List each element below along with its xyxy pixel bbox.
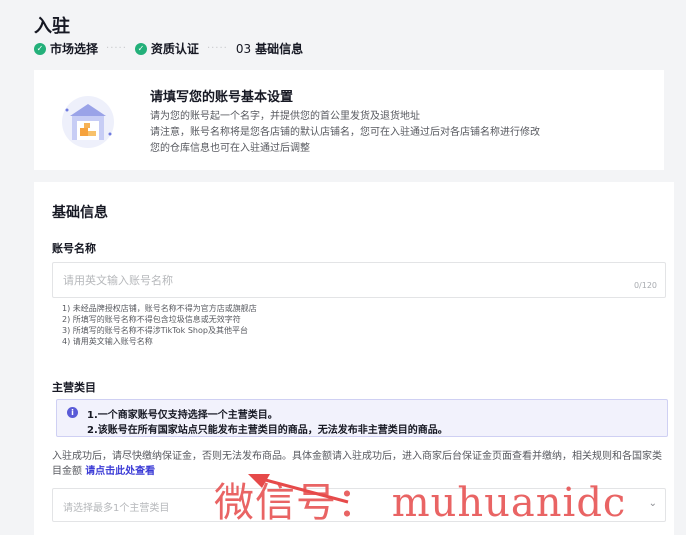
rule-item: 4) 请用英文输入账号名称 — [62, 337, 153, 346]
step-label: 资质认证 — [150, 42, 199, 56]
account-name-label: 账号名称 — [52, 242, 96, 255]
char-counter: 0/120 — [633, 281, 657, 290]
step-divider: ····· — [106, 43, 127, 54]
intro-line: 您的仓库信息也可在入驻通过后调整 — [150, 143, 310, 154]
info-icon: i — [67, 407, 78, 418]
intro-card: 请填写您的账号基本设置 请为您的账号起一个名字，并提供您的首公里发货及退货地址 … — [34, 70, 664, 170]
rule-item: 3) 所填写的账号名称不得涉TikTok Shop及其他平台 — [62, 326, 248, 335]
warehouse-illustration-icon — [62, 96, 114, 148]
check-circle-icon: ✓ — [34, 42, 46, 55]
step-basic-info: 03 基础信息 — [236, 40, 303, 57]
progress-steps: ✓ 市场选择 ····· ✓ 资质认证 ····· 03 基础信息 — [34, 40, 303, 57]
intro-title: 请填写您的账号基本设置 — [150, 90, 294, 105]
rule-item: 1) 未经品牌授权店铺，账号名称不得为官方店或旗舰店 — [62, 304, 257, 313]
page-header: 入驻 ✓ 市场选择 ····· ✓ 资质认证 ····· 03 基础信息 — [34, 10, 664, 60]
main-category-label: 主营类目 — [52, 381, 96, 394]
intro-line: 请为您的账号起一个名字，并提供您的首公里发货及退货地址 — [150, 111, 420, 122]
chevron-down-icon: ⌄ — [648, 498, 657, 509]
notice-line: 1.一个商家账号仅支持选择一个主营类目。 — [87, 410, 278, 421]
deposit-details-link[interactable]: 请点击此处查看 — [85, 466, 155, 477]
notice-line: 2.该账号在所有国家站点只能发布主营类目的商品，无法发布非主营类目的商品。 — [87, 425, 448, 436]
step-qualification: ✓ 资质认证 — [134, 40, 199, 57]
step-label: 市场选择 — [50, 42, 99, 56]
step-market-selection: ✓ 市场选择 — [34, 40, 98, 57]
category-notice: i 1.一个商家账号仅支持选择一个主营类目。 2.该账号在所有国家站点只能发布主… — [56, 399, 668, 437]
account-name-input[interactable] — [53, 263, 665, 297]
intro-line: 请注意，账号名称将是您各店铺的默认店铺名，您可在入驻通过后对各店铺名称进行修改 — [150, 127, 540, 138]
rule-item: 2) 所填写的账号名称不得包含垃圾信息或无效字符 — [62, 315, 241, 324]
account-name-field[interactable]: 0/120 — [52, 262, 666, 298]
section-title: 基础信息 — [52, 205, 108, 221]
step-label: 基础信息 — [255, 42, 304, 56]
step-divider: ····· — [206, 43, 228, 54]
select-placeholder: 请选择最多1个主营类目 — [63, 503, 170, 514]
page-title: 入驻 — [34, 16, 70, 37]
watermark-text: 微信号： muhuanidc — [214, 480, 627, 526]
account-name-rules: 1) 未经品牌授权店铺，账号名称不得为官方店或旗舰店 2) 所填写的账号名称不得… — [62, 303, 257, 347]
check-circle-icon: ✓ — [134, 42, 147, 55]
step-number: 03 — [235, 41, 252, 56]
